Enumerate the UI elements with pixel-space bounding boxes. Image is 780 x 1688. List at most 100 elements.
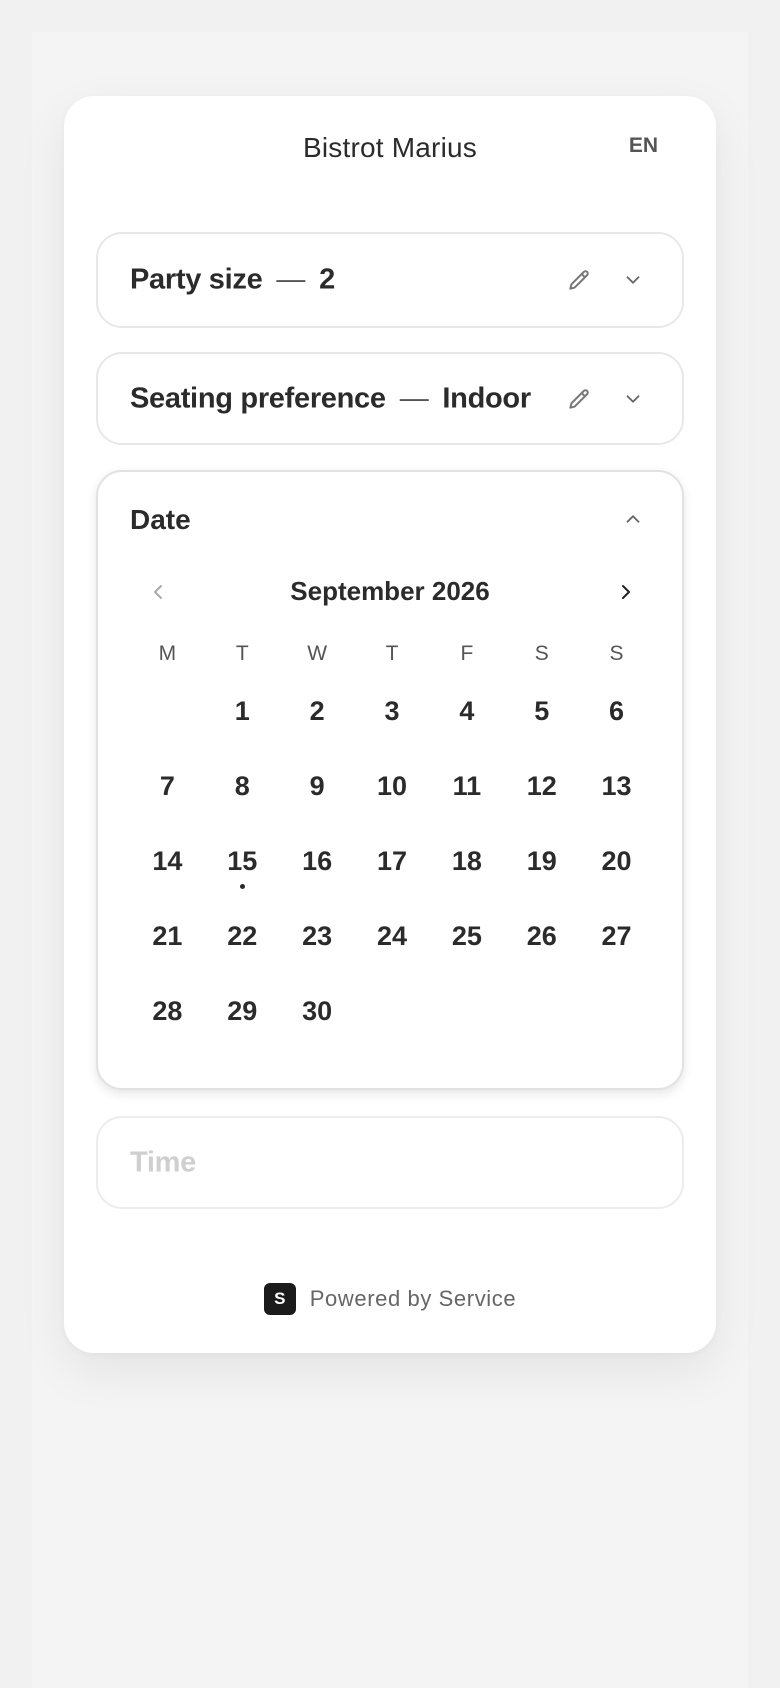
calendar-day-number: 3 [384,696,400,726]
calendar-day[interactable]: 6 [579,672,654,747]
calendar-day[interactable]: 15 [205,822,280,897]
service-logo-icon: S [263,1283,296,1315]
calendar-day-number: 6 [609,696,625,726]
calendar-day[interactable]: 23 [280,897,355,972]
calendar-day[interactable]: 27 [579,897,654,972]
calendar-day-number: 14 [152,846,183,876]
pencil-icon[interactable] [566,386,592,412]
calendar-day-number: 24 [376,921,408,951]
date-label: Date [130,504,191,535]
calendar-day-number: 7 [159,771,175,801]
calendar-grid: M T W T F S S 1 2 3 4 5 6 7 8 9 10 11 12 13 14 15 16 17 1… [130,642,654,1047]
chevron-right-icon[interactable] [614,580,638,604]
calendar-day-number: 28 [152,996,183,1026]
chevron-down-icon[interactable] [622,388,644,410]
party-size-label: Party size [130,263,263,296]
calendar-day[interactable]: 13 [579,747,654,822]
calendar-day-number: 4 [459,696,475,726]
calendar-day-number: 8 [234,771,250,801]
calendar-day-number: 15 [227,846,258,876]
calendar-day[interactable]: 29 [205,972,280,1047]
calendar-empty-cell [130,672,205,747]
calendar-day-number: 30 [302,996,333,1026]
calendar-week-row: 14 15 16 17 18 19 20 [130,822,654,897]
seating-label: Seating preference [130,382,386,414]
weekday-header: M T W T F S S [130,642,654,672]
calendar-day[interactable]: 9 [280,747,355,822]
chevron-down-icon[interactable] [622,269,644,291]
calendar-week-row: 1 2 3 4 5 6 [130,672,654,747]
calendar-day[interactable]: 20 [579,822,654,897]
pencil-icon[interactable] [566,267,592,293]
calendar-day-number: 18 [451,846,482,876]
month-title: September 2026 [290,576,490,606]
calendar-day[interactable]: 26 [504,897,579,972]
weekday-label: T [235,642,249,665]
calendar-day-number: 5 [534,696,550,726]
weekday-label: T [385,642,399,665]
calendar-day[interactable]: 24 [355,897,430,972]
calendar-day-number: 11 [452,771,482,801]
calendar-day-number: 19 [526,846,557,876]
calendar-day[interactable]: 18 [429,822,504,897]
booking-card: Bistrot Marius EN Party size — 2 Seating p… [64,96,716,1353]
calendar-day-number: 21 [152,921,183,951]
party-size-field[interactable]: Party size — 2 [96,232,684,328]
weekday-label: F [460,642,474,665]
calendar-day[interactable]: 10 [355,747,430,822]
calendar-day[interactable]: 5 [504,672,579,747]
calendar-day-number: 2 [309,696,325,726]
calendar-weeks: 1 2 3 4 5 6 7 8 9 10 11 12 13 14 15 16 17 18 19 20 21 22 23 24 2… [130,672,654,1047]
party-size-summary: Party size — 2 [130,264,335,297]
calendar-day[interactable]: 12 [504,747,579,822]
calendar-day[interactable]: 4 [429,672,504,747]
month-navigation: September 2026 [98,572,682,612]
seating-preference-field[interactable]: Seating preference — Indoor [96,352,684,445]
calendar-week-row: 7 8 9 10 11 12 13 [130,747,654,822]
separator-dash: — [399,382,429,414]
chevron-up-icon[interactable] [622,508,644,530]
calendar-day[interactable]: 19 [504,822,579,897]
calendar-week-row: 21 22 23 24 25 26 27 [130,897,654,972]
calendar-day[interactable]: 21 [130,897,205,972]
weekday-label: W [307,642,328,665]
calendar-day-number: 9 [309,771,325,801]
calendar-day-number: 16 [302,846,333,876]
powered-by-text[interactable]: Powered by Service [310,1286,516,1312]
weekday-label: M [158,642,177,665]
calendar-day-number: 22 [227,921,258,951]
calendar-day[interactable]: 22 [205,897,280,972]
calendar-day[interactable]: 7 [130,747,205,822]
calendar-day-number: 12 [526,771,557,801]
calendar-empty-cell [355,972,430,1047]
party-size-value: 2 [319,263,335,296]
calendar-week-row: 28 29 30 [130,972,654,1047]
calendar-day[interactable]: 14 [130,822,205,897]
language-selector[interactable]: EN [629,134,658,158]
calendar-empty-cell [579,972,654,1047]
separator-dash: — [276,263,306,296]
calendar-day[interactable]: 8 [205,747,280,822]
date-field: Date September 2026 M T W T F S S 1234 5… [96,470,684,1090]
calendar-day[interactable]: 25 [429,897,504,972]
weekday-label: S [534,642,549,665]
calendar-day[interactable]: 1 [205,672,280,747]
calendar-day[interactable]: 17 [355,822,430,897]
footer: S Powered by Service [64,1283,716,1315]
calendar-day[interactable]: 30 [280,972,355,1047]
calendar-day-number: 1 [234,696,250,726]
calendar-day-number: 20 [601,846,632,876]
calendar-empty-cell [429,972,504,1047]
time-field[interactable]: Time [96,1116,684,1209]
calendar-day[interactable]: 16 [280,822,355,897]
restaurant-name: Bistrot Marius [303,132,477,163]
calendar-day[interactable]: 3 [355,672,430,747]
calendar-day[interactable]: 28 [130,972,205,1047]
calendar-day-number: 27 [601,921,632,951]
calendar-day-number: 26 [526,921,557,951]
calendar-day-number: 10 [376,771,408,801]
calendar-day[interactable]: 2 [280,672,355,747]
calendar-day-number: 29 [227,996,258,1026]
seating-value: Indoor [442,382,531,414]
calendar-day[interactable]: 11 [429,747,504,822]
